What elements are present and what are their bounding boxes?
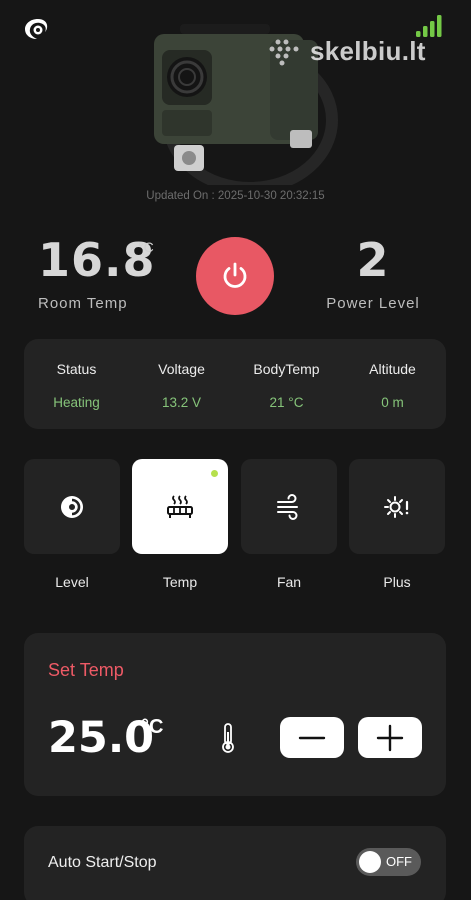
set-temp-unit: °C [141,716,164,738]
mode-label-plus: Plus [383,574,411,590]
mode-tile-level[interactable] [24,459,120,554]
watermark-text: skelbiu.lt [310,36,426,66]
wind-icon [277,493,298,520]
auto-start-stop-card: Auto Start/Stop OFF [24,826,446,900]
bodytemp-header: BodyTemp [253,361,320,377]
status-card: Status Heating Voltage 13.2 V BodyTemp 2… [24,339,446,429]
voltage-value: 13.2 V [161,395,202,410]
heater-icon [167,494,193,518]
auto-start-stop-label: Auto Start/Stop [48,854,157,871]
mode-label-temp: Temp [162,574,198,590]
signal-bars-icon [416,15,442,37]
plus-mode-icon [384,495,409,518]
altitude-value: 0 m [381,395,404,410]
status-value: Heating [53,395,100,410]
updated-timestamp: Updated On : 2025-10-30 20:32:15 [146,190,325,202]
set-temp-title: Set Temp [48,660,124,680]
toggle-state-text: OFF [386,854,412,869]
level-icon [61,495,83,518]
thermometer-icon [222,723,234,753]
mode-label-fan: Fan [276,574,302,590]
set-temp-card: Set Temp 25.0 °C [24,633,446,796]
power-icon [223,262,247,288]
watermark: skelbiu.lt [268,36,426,67]
room-temp-block: 16.8 °C Room Temp [38,233,158,312]
room-temp-unit: °C [138,239,154,255]
decrease-temp-button[interactable] [280,717,344,758]
power-level-block: 2 Power Level [318,233,428,312]
status-column-voltage: Voltage 13.2 V [129,361,234,410]
power-level-label: Power Level [326,295,420,312]
status-column-altitude: Altitude 0 m [340,361,445,410]
status-header: Status [56,361,97,377]
mode-label-level: Level [55,574,89,590]
watermark-dots-icon [269,39,299,65]
plus-icon [376,724,404,751]
voltage-header: Voltage [158,361,205,377]
bodytemp-value: 21 °C [269,395,304,410]
status-column-bodytemp: BodyTemp 21 °C [234,361,339,410]
room-temp-label: Room Temp [38,295,128,312]
altitude-header: Altitude [369,361,416,377]
power-button[interactable] [196,237,274,315]
power-level-value: 2 [356,233,390,287]
increase-temp-button[interactable] [358,717,422,758]
active-indicator-dot [211,470,218,477]
swirl-logo-icon[interactable] [22,16,54,42]
set-temp-value: 25.0 [48,713,155,763]
auto-start-stop-toggle[interactable]: OFF [356,848,421,876]
toggle-knob [359,851,381,873]
mode-tile-temp[interactable] [132,459,228,554]
mode-tile-plus[interactable] [349,459,445,554]
mode-tile-fan[interactable] [241,459,337,554]
status-column-status: Status Heating [24,361,129,410]
minus-icon [298,736,326,739]
